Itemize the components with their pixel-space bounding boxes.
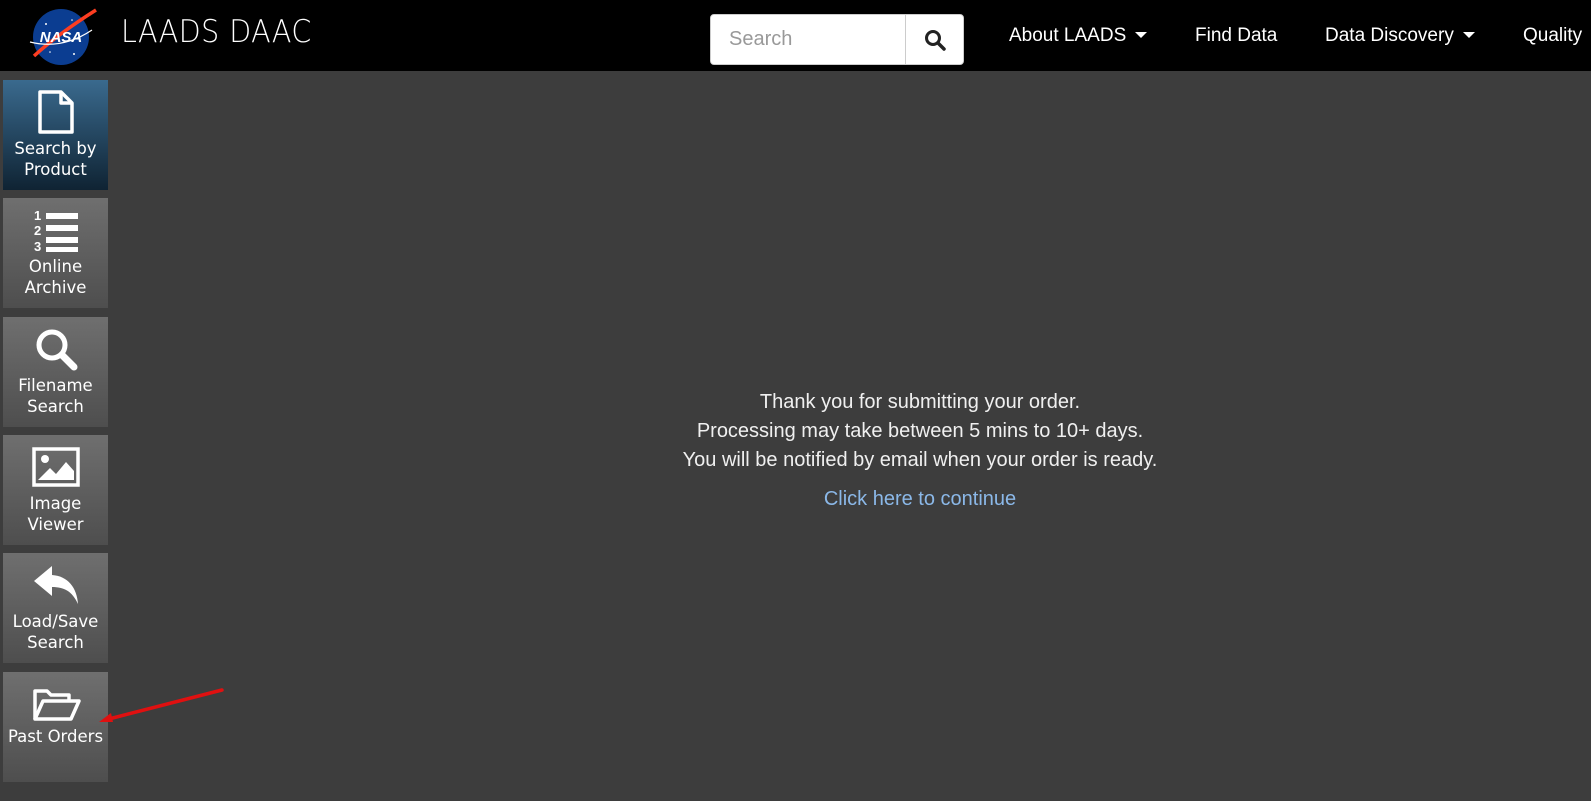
sidebar-item-filename-search[interactable]: Filename Search xyxy=(3,317,108,427)
site-title[interactable]: LAADS DAAC xyxy=(121,14,312,50)
sidebar-item-label: Search by Product xyxy=(14,139,97,179)
top-navbar: NASA LAADS DAAC About LAADS Find Data Da… xyxy=(0,0,1591,71)
sidebar-item-search-by-product[interactable]: Search by Product xyxy=(3,80,108,190)
message-line: Processing may take between 5 mins to 10… xyxy=(696,420,1144,442)
svg-text:2: 2 xyxy=(34,223,41,238)
caret-down-icon xyxy=(1135,31,1148,38)
nav-data-discovery[interactable]: Data Discovery xyxy=(1325,0,1475,71)
svg-text:3: 3 xyxy=(34,239,41,253)
continue-link-label: Click here to continue xyxy=(823,488,1017,510)
caret-down-icon xyxy=(1462,31,1475,38)
search-button[interactable] xyxy=(905,15,963,64)
sidebar-item-label: Load/Save Search xyxy=(12,612,99,652)
sidebar-item-load-save-search[interactable]: Load/Save Search xyxy=(3,553,108,663)
search-input[interactable] xyxy=(711,15,905,64)
nav-find-data[interactable]: Find Data xyxy=(1195,0,1277,71)
sidebar-item-image-viewer[interactable]: Image Viewer xyxy=(3,435,108,545)
search-icon xyxy=(36,329,77,371)
message-line: Thank you for submitting your order. xyxy=(759,391,1081,413)
sidebar-item-label: Image Viewer xyxy=(27,494,84,534)
sidebar-item-label: Online Archive xyxy=(24,257,87,297)
nav-quality-label: Quality xyxy=(1523,24,1583,46)
search-icon xyxy=(924,29,946,51)
sidebar-item-online-archive[interactable]: 1 2 3 Online Archive xyxy=(3,198,108,308)
annotation-arrow xyxy=(99,688,224,722)
message-line: You will be notified by email when your … xyxy=(682,449,1158,471)
sidebar-item-past-orders[interactable]: Past Orders xyxy=(3,672,108,782)
file-icon xyxy=(37,90,74,134)
nav-about-laads-label: About LAADS xyxy=(1009,24,1127,46)
nasa-logo-text: NASA xyxy=(40,29,83,46)
continue-link[interactable]: Click here to continue xyxy=(560,488,1280,511)
folder-open-icon xyxy=(32,689,81,721)
nav-about-laads[interactable]: About LAADS xyxy=(1009,0,1148,71)
reply-arrow-icon xyxy=(33,566,78,604)
image-icon xyxy=(31,447,80,487)
nasa-logo[interactable]: NASA xyxy=(28,4,98,66)
numbered-list-icon: 1 2 3 xyxy=(34,208,78,253)
sidebar-item-label: Filename Search xyxy=(18,376,93,416)
order-confirmation-message: Thank you for submitting your order. Pro… xyxy=(560,388,1280,475)
svg-text:1: 1 xyxy=(34,208,41,223)
search-box xyxy=(710,14,964,65)
nav-quality[interactable]: Quality xyxy=(1523,0,1582,71)
nav-data-discovery-label: Data Discovery xyxy=(1325,24,1454,46)
nav-find-data-label: Find Data xyxy=(1195,24,1278,46)
sidebar-item-label: Past Orders xyxy=(7,727,104,746)
